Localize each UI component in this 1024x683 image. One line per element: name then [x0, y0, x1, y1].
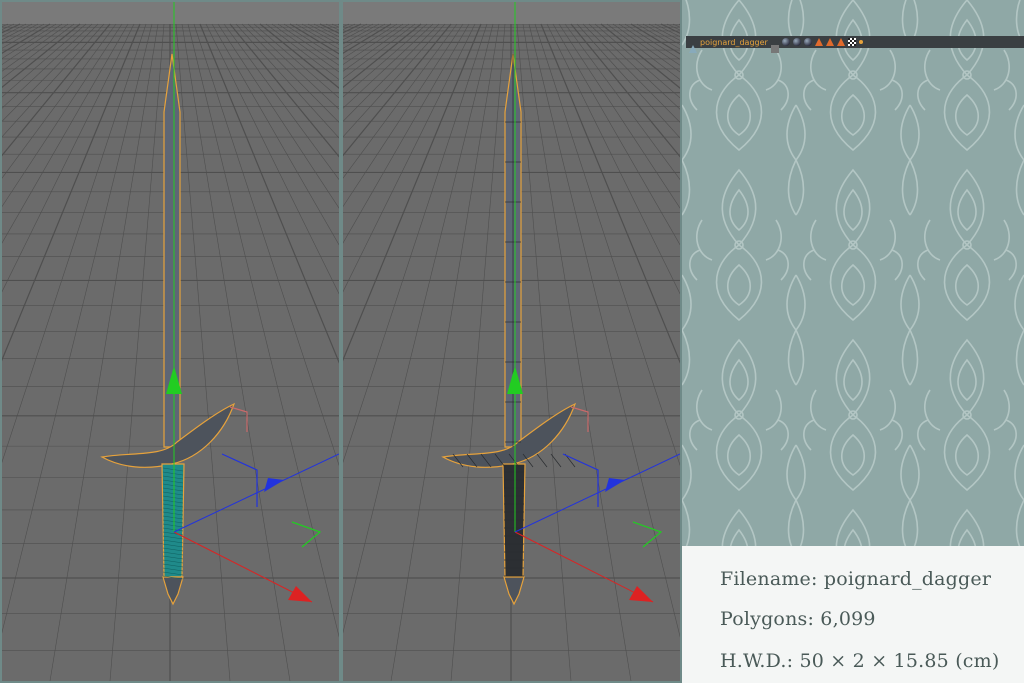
object-name-label[interactable]: poignard_dagger — [700, 38, 768, 47]
material-ball-icon[interactable] — [792, 38, 801, 46]
viewport-canvas[interactable] — [2, 2, 339, 681]
info-panel: poignard_dagger Filename: poignard_dagge… — [682, 0, 1024, 683]
material-ball-icon[interactable] — [781, 38, 790, 46]
wireframe-viewport[interactable] — [341, 0, 682, 683]
viewport-canvas[interactable] — [343, 2, 680, 681]
triangle-tag-icon[interactable] — [836, 38, 845, 46]
object-icon[interactable] — [689, 38, 697, 53]
object-toolbar[interactable]: poignard_dagger — [686, 36, 1024, 53]
triangle-tag-icon[interactable] — [814, 38, 823, 46]
horizon-sky — [343, 2, 680, 24]
checker-tag-icon[interactable] — [847, 38, 856, 46]
display-toggle-icon[interactable] — [770, 38, 779, 53]
horizon-sky — [2, 2, 339, 24]
damask-pattern — [682, 0, 1024, 546]
dimensions-text: H.W.D.: 50 × 2 × 15.85 (cm) — [720, 650, 1000, 672]
triangle-tag-icon[interactable] — [825, 38, 834, 46]
material-ball-icon[interactable] — [803, 38, 812, 46]
dot-icon[interactable] — [858, 40, 863, 44]
model-info-box: Filename: poignard_dagger Polygons: 6,09… — [682, 546, 1024, 683]
polygon-count-text: Polygons: 6,099 — [720, 608, 876, 630]
filename-text: Filename: poignard_dagger — [720, 568, 992, 590]
shaded-viewport[interactable] — [0, 0, 341, 683]
